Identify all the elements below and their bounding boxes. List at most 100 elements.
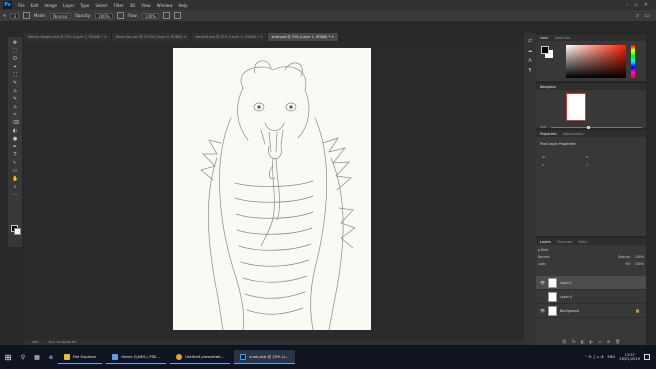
pressure-opacity-icon[interactable] (116, 12, 124, 19)
history-brush-tool-icon[interactable]: ✑ (12, 113, 18, 118)
menu-3d[interactable]: 3D (127, 3, 139, 8)
move-tool-icon[interactable]: ✥ (12, 41, 18, 46)
close-button[interactable]: ✕ (644, 2, 648, 8)
menu-select[interactable]: Select (92, 3, 110, 8)
crop-tool-icon[interactable]: ⛶ (12, 73, 18, 78)
type-tool-icon[interactable]: T (12, 153, 18, 158)
stamp-tool-icon[interactable]: ⌂ (12, 105, 18, 110)
tab-swatches[interactable]: Swatches (555, 36, 571, 40)
flow-label: Flow: (127, 13, 138, 18)
maximize-button[interactable]: ▫ (634, 2, 637, 8)
document-canvas[interactable] (173, 48, 371, 330)
taskbar-app-network[interactable]: Home (\\NES-\ PSE... (106, 350, 167, 364)
delete-layer-icon[interactable]: 🗑 (615, 339, 620, 344)
tab-navigator[interactable]: Navigator (540, 85, 556, 89)
clock[interactable]: 13:37 26/01/2019 (619, 353, 640, 362)
tab-serpent[interactable]: serpent.psd @ 25% (Layer 1, RGB/8) * ✕ (191, 33, 268, 41)
eraser-tool-icon[interactable]: ⌫ (12, 121, 19, 126)
tab-properties[interactable]: Properties (540, 132, 557, 136)
tab-snek[interactable]: snek.psd @ 25% (Layer 1, RGB/8) * ✕ (267, 33, 339, 41)
foreground-color-chip[interactable] (541, 46, 549, 54)
link-layers-icon[interactable]: ⛓ (562, 339, 567, 344)
eyedropper-tool-icon[interactable]: ✎ (12, 81, 18, 86)
tab-color[interactable]: Color (540, 36, 549, 40)
search-icon[interactable]: ⚲ (16, 354, 30, 361)
minimize-button[interactable]: – (626, 2, 629, 8)
search-icon[interactable]: ⌕ (636, 12, 639, 20)
layer-kind-filter[interactable]: ρ Kind (538, 248, 548, 252)
taskbar-app-file-explorer[interactable]: File Explorer (58, 350, 103, 364)
tab-paths[interactable]: Paths (578, 240, 587, 244)
layer-opacity-input[interactable]: 100% (635, 255, 644, 259)
layer-row-background[interactable]: 👁 Background 🔒 (536, 304, 646, 318)
visibility-eye-icon[interactable]: 👁 (540, 308, 545, 313)
brush-tool-icon[interactable]: ✎ (12, 97, 18, 102)
flow-input[interactable]: 100% (141, 12, 160, 19)
menu-window[interactable]: Window (154, 3, 176, 8)
menu-image[interactable]: Image (41, 3, 60, 8)
fill-input[interactable]: 100% (635, 262, 644, 266)
background-color-swatch[interactable] (14, 228, 21, 235)
brush-tool-icon[interactable]: ✎ (3, 13, 6, 18)
color-picker-field[interactable] (566, 45, 626, 78)
hue-slider[interactable] (631, 45, 635, 78)
menu-help[interactable]: Help (175, 3, 190, 8)
dodge-tool-icon[interactable]: ● (12, 137, 18, 142)
notification-icon[interactable] (644, 354, 650, 360)
layers-bottom-bar: ⛓ fx ◧ ◐ ▭ ⊞ 🗑 (536, 337, 646, 345)
more-tools-icon[interactable]: ⋯ (12, 193, 18, 198)
pressure-size-icon[interactable] (174, 12, 182, 19)
tab-adjustments[interactable]: Adjustments (563, 132, 584, 136)
airbrush-icon[interactable] (163, 12, 171, 19)
tray-icons[interactable]: ⌃ ✉ ♫ ⌂ ◔ (584, 355, 603, 359)
visibility-eye-icon[interactable]: 👁 (540, 280, 545, 285)
layer-style-icon[interactable]: fx (572, 339, 576, 344)
path-select-tool-icon[interactable]: ↖ (12, 161, 18, 166)
edge-browser-icon[interactable]: e (44, 354, 58, 361)
add-mask-icon[interactable]: ◧ (581, 339, 585, 344)
gradient-tool-icon[interactable]: ◐ (12, 129, 18, 134)
workspace-icon[interactable]: ▭ (644, 12, 650, 20)
libraries-icon[interactable]: ☁ (527, 49, 533, 54)
doc-size[interactable]: Doc: 24.9M/36.3M (49, 340, 76, 344)
navigator-thumbnail[interactable] (566, 93, 586, 121)
new-layer-icon[interactable]: ⊞ (607, 339, 610, 344)
tab-channels[interactable]: Channels (557, 240, 572, 244)
language-indicator[interactable]: ENG (608, 355, 616, 359)
healing-tool-icon[interactable]: ⌂ (12, 89, 18, 94)
layer-row-layer-0[interactable]: Layer 0 (536, 290, 646, 304)
brush-settings-icon[interactable] (22, 12, 30, 19)
windows-start-icon[interactable]: ⊞ (0, 353, 16, 362)
menu-view[interactable]: View (138, 3, 154, 8)
menu-file[interactable]: File (15, 3, 28, 8)
mode-select[interactable]: Normal (50, 12, 71, 19)
taskbar-app-photoshop[interactable]: snek.psd @ 25% (L... (234, 350, 296, 364)
menu-layer[interactable]: Layer (60, 3, 77, 8)
opacity-input[interactable]: 100% (95, 12, 113, 19)
blend-mode-select[interactable]: Normal (538, 255, 550, 259)
menu-filter[interactable]: Filter (111, 3, 127, 8)
navigator-zoom-slider[interactable] (550, 125, 642, 129)
paragraph-icon[interactable]: ¶ (527, 69, 533, 74)
lasso-tool-icon[interactable]: ʘ (12, 57, 18, 62)
brush-size-picker[interactable]: 3 (10, 12, 19, 19)
adjustment-layer-icon[interactable]: ◐ (589, 339, 593, 344)
quick-select-tool-icon[interactable]: ⌖ (12, 65, 18, 70)
new-group-icon[interactable]: ▭ (598, 339, 602, 344)
taskbar-app-chrome[interactable]: Untitled presentati... (170, 350, 231, 364)
menu-edit[interactable]: Edit (28, 3, 42, 8)
zoom-level[interactable]: 25% (32, 340, 39, 344)
character-icon[interactable]: A (527, 59, 533, 64)
pen-tool-icon[interactable]: ✒ (12, 145, 18, 150)
marquee-tool-icon[interactable]: ⬚ (12, 49, 18, 54)
zoom-tool-icon[interactable]: ⌕ (12, 185, 18, 190)
layer-row-layer-1[interactable]: 👁 Layer 1 (536, 276, 646, 290)
menu-type[interactable]: Type (77, 3, 92, 8)
tab-layers[interactable]: Layers (540, 240, 551, 244)
hand-tool-icon[interactable]: ✋ (12, 177, 18, 182)
task-view-icon[interactable]: ▦ (30, 354, 44, 361)
rectangle-tool-icon[interactable]: ▭ (12, 169, 18, 174)
tab-seals-lion[interactable]: Seals lion.psd @ 33.3% (Layer 2, RGB/8) … (111, 33, 192, 41)
arrange-icon[interactable]: ⇄ (527, 39, 533, 44)
tab-demon-dragon[interactable]: demon dragon.psd @ 25% (Layer 1, RGB/8) … (24, 33, 112, 41)
